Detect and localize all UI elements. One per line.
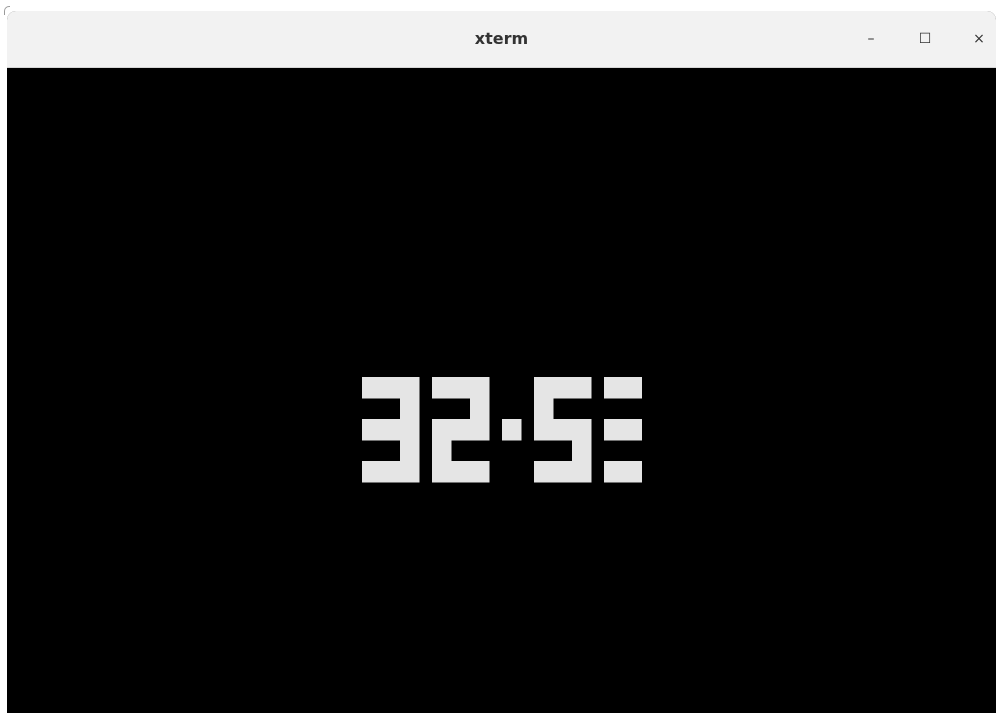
- clock-display: 32:53: [354, 377, 642, 483]
- maximize-button[interactable]: ☐: [911, 25, 939, 53]
- terminal-area[interactable]: 32:53: [7, 68, 996, 713]
- close-button[interactable]: ×: [965, 25, 993, 53]
- clock-digit-2: [432, 377, 490, 483]
- clock-digits: [362, 377, 642, 483]
- clock-colon: [502, 419, 522, 441]
- clock-digit-3: [362, 377, 420, 483]
- title-bar[interactable]: xterm – ☐ ×: [7, 11, 996, 68]
- minimize-button[interactable]: –: [857, 25, 885, 53]
- xterm-window: xterm – ☐ × 32:53: [7, 11, 996, 713]
- clock-digit-5: [534, 377, 592, 483]
- window-title: xterm: [474, 29, 529, 48]
- clock-digit-3: [604, 377, 642, 483]
